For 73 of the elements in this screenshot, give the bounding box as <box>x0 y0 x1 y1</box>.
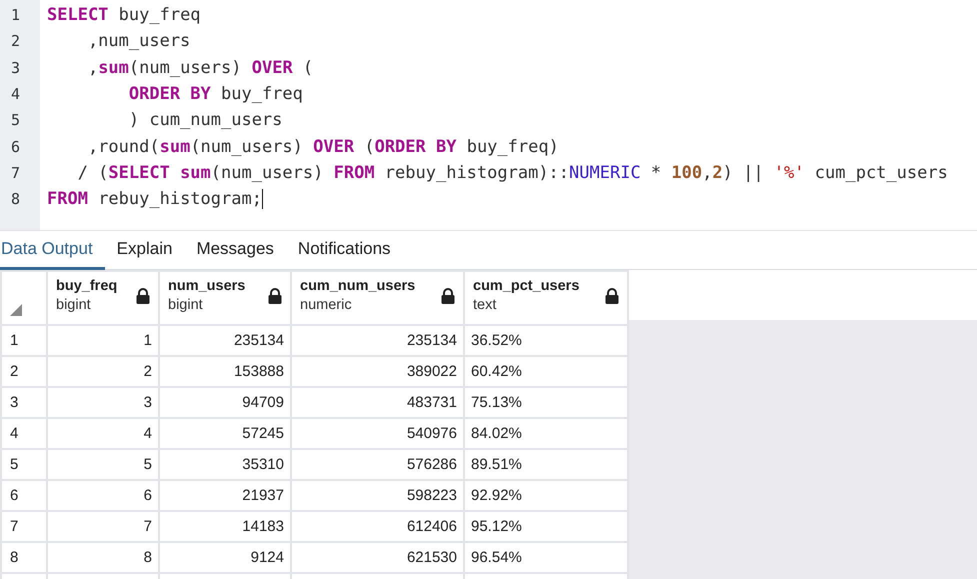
column-name: cum_pct_users <box>473 278 580 294</box>
row-number: 5 <box>10 456 18 473</box>
row-number: 8 <box>10 549 18 566</box>
table-cell: 621530 <box>406 549 457 566</box>
table-cell: 35310 <box>242 456 284 473</box>
table-cell: 36.52% <box>471 332 522 349</box>
line-number: 2 <box>11 32 20 50</box>
row-number: 4 <box>10 425 18 442</box>
line-number: 3 <box>11 58 20 77</box>
table-cell: 6 <box>144 487 152 504</box>
table-cell: 598223 <box>406 487 457 504</box>
line-number: 8 <box>11 190 20 208</box>
table-cell: 60.42% <box>471 363 522 380</box>
table-cell: 89.51% <box>471 456 522 473</box>
line-number: 1 <box>11 6 20 24</box>
table-cell: 21937 <box>242 487 284 504</box>
row-number: 1 <box>10 332 18 349</box>
column-type: numeric <box>300 297 353 313</box>
line-number: 6 <box>11 138 20 156</box>
table-cell: 94709 <box>242 394 284 411</box>
code-line: ORDER BY buy_freq <box>128 84 303 104</box>
column-type: bigint <box>56 297 92 313</box>
table-cell: 235134 <box>234 332 284 349</box>
table-cell: 1 <box>144 332 152 349</box>
lock-icon <box>268 288 282 304</box>
code-line: SELECT buy_freq <box>47 5 201 26</box>
code-line: ,num_users <box>86 31 190 52</box>
row-number: 6 <box>10 487 18 504</box>
tab[interactable]: Notifications <box>286 231 403 270</box>
table-cell: 4 <box>144 425 152 442</box>
row-number: 3 <box>10 394 18 411</box>
table-cell: 2 <box>144 363 152 380</box>
column-type: text <box>473 297 498 313</box>
table-cell: 235134 <box>406 332 457 349</box>
table-cell: 96.54% <box>471 549 522 566</box>
table-cell: 483731 <box>406 394 457 411</box>
table-cell: 576286 <box>406 456 457 473</box>
table-cell: 75.13% <box>471 394 522 411</box>
table-cell: 8 <box>144 549 152 566</box>
column-name: cum_num_users <box>300 278 416 294</box>
table-cell: 3 <box>144 394 152 411</box>
column-type: bigint <box>168 297 204 313</box>
table-cell: 14183 <box>242 518 284 535</box>
table-cell: 92.92% <box>471 487 522 504</box>
table-cell: 153888 <box>234 363 284 380</box>
sort-corner-icon <box>10 304 22 316</box>
line-number: 5 <box>11 111 20 130</box>
lock-icon <box>136 288 150 304</box>
tab[interactable]: Data Output <box>0 231 105 270</box>
code-line: ,sum(num_users) OVER ( <box>86 58 314 78</box>
table-cell: 540976 <box>406 425 457 442</box>
table-cell: 95.12% <box>471 518 522 535</box>
row-number: 7 <box>10 518 18 535</box>
table-cell: 9124 <box>250 549 284 566</box>
lock-icon <box>441 288 455 304</box>
lock-icon <box>605 288 619 304</box>
line-number: 7 <box>11 164 20 182</box>
tab[interactable]: Messages <box>184 231 286 270</box>
column-name: num_users <box>168 278 246 294</box>
code-line: ,round(sum(num_users) OVER (ORDER BY buy_freq) <box>86 136 559 157</box>
tab[interactable]: Explain <box>104 231 184 270</box>
code-line: ) cum_num_users <box>128 110 282 130</box>
table-cell: 5 <box>144 456 152 473</box>
table-cell: 57245 <box>242 425 284 442</box>
column-name: buy_freq <box>56 278 118 294</box>
table-cell: 7 <box>144 518 152 535</box>
table-cell: 389022 <box>406 363 457 380</box>
table-cell: 84.02% <box>471 425 522 442</box>
line-number: 4 <box>11 85 20 104</box>
row-number: 2 <box>10 363 18 380</box>
code-line: FROM rebuy_histogram; <box>47 189 264 210</box>
table-cell: 612406 <box>406 518 457 535</box>
code-line: / (SELECT sum(num_users) FROM rebuy_histogram)::NUMERIC * 100,2) || '%' cum_pct_users <box>76 162 948 183</box>
